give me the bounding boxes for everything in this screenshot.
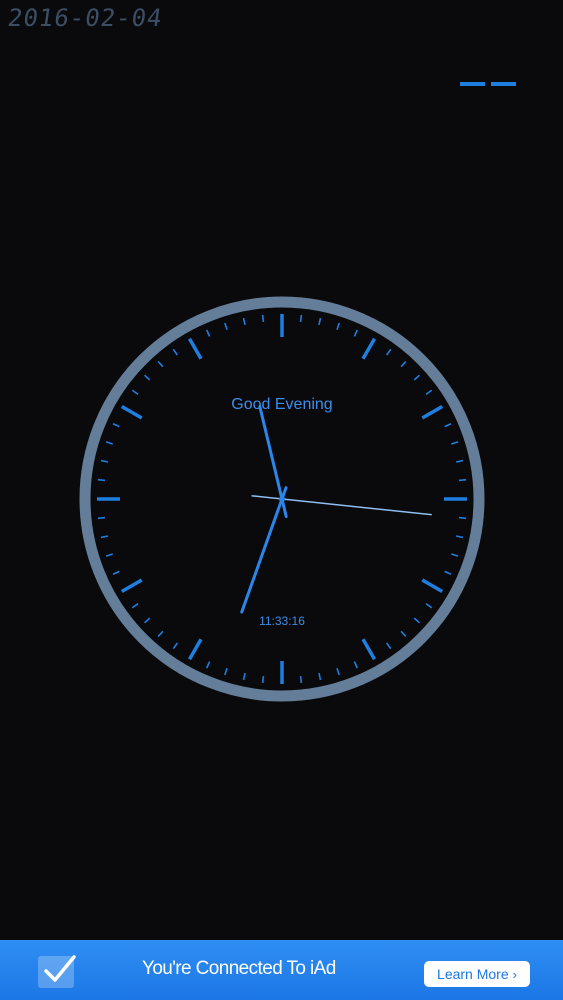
hour-tick	[421, 578, 444, 594]
hour-tick	[187, 337, 203, 360]
minute-tick	[242, 317, 246, 326]
minute-tick	[157, 360, 164, 368]
clock-center	[279, 496, 285, 502]
menu-dash-icon	[460, 82, 485, 86]
minute-tick	[458, 478, 467, 482]
minute-tick	[112, 570, 120, 575]
minute-tick	[131, 389, 139, 396]
minute-tick	[336, 322, 340, 330]
minute-tick	[224, 668, 228, 676]
hour-tick	[361, 638, 377, 661]
checkmark-icon	[38, 955, 76, 988]
minute-tick	[100, 535, 109, 539]
hour-tick	[361, 337, 377, 360]
minute-tick	[336, 668, 340, 676]
minute-tick	[172, 348, 179, 356]
minute-tick	[353, 661, 358, 669]
minute-tick	[425, 389, 433, 396]
date-readout: 2016-02-04	[6, 4, 165, 32]
learn-more-label: Learn More	[437, 966, 509, 982]
minute-tick	[100, 459, 109, 463]
minute-tick	[299, 314, 303, 323]
minute-tick	[385, 642, 392, 650]
minute-tick	[451, 441, 459, 445]
minute-tick	[105, 441, 113, 445]
clock-face	[79, 296, 485, 702]
minute-tick	[261, 314, 265, 323]
analog-clock: Good Evening 11:33:16	[78, 295, 486, 703]
minute-tick	[385, 348, 392, 356]
minute-tick	[97, 478, 106, 482]
minute-tick	[131, 602, 139, 609]
minute-tick	[143, 374, 151, 381]
greeting-text: Good Evening	[231, 396, 333, 413]
minute-tick	[353, 329, 358, 337]
minute-tick	[206, 661, 211, 669]
minute-hand	[240, 486, 288, 614]
minute-tick	[97, 516, 106, 520]
minute-tick	[157, 630, 164, 638]
ad-message: You're Connected To iAd	[142, 958, 336, 979]
minute-tick	[400, 360, 407, 368]
minute-tick	[444, 423, 452, 428]
minute-tick	[105, 553, 113, 557]
minute-tick	[318, 317, 322, 326]
minute-tick	[455, 459, 464, 463]
minute-tick	[451, 553, 459, 557]
chevron-right-icon: ›	[512, 966, 517, 982]
hour-tick	[120, 578, 143, 594]
minute-tick	[413, 374, 421, 381]
minute-tick	[458, 516, 467, 520]
digital-time: 11:33:16	[259, 614, 305, 628]
hour-tick	[187, 638, 203, 661]
minute-tick	[242, 672, 246, 681]
minute-tick	[425, 602, 433, 609]
menu-button[interactable]	[460, 80, 516, 88]
minute-tick	[444, 570, 452, 575]
minute-tick	[455, 535, 464, 539]
minute-tick	[172, 642, 179, 650]
minute-tick	[400, 630, 407, 638]
minute-tick	[224, 322, 228, 330]
minute-tick	[112, 423, 120, 428]
minute-tick	[261, 675, 265, 684]
menu-dash-icon	[491, 82, 516, 86]
minute-tick	[206, 329, 211, 337]
minute-tick	[318, 672, 322, 681]
minute-tick	[299, 675, 303, 684]
learn-more-button[interactable]: Learn More ›	[424, 961, 530, 987]
